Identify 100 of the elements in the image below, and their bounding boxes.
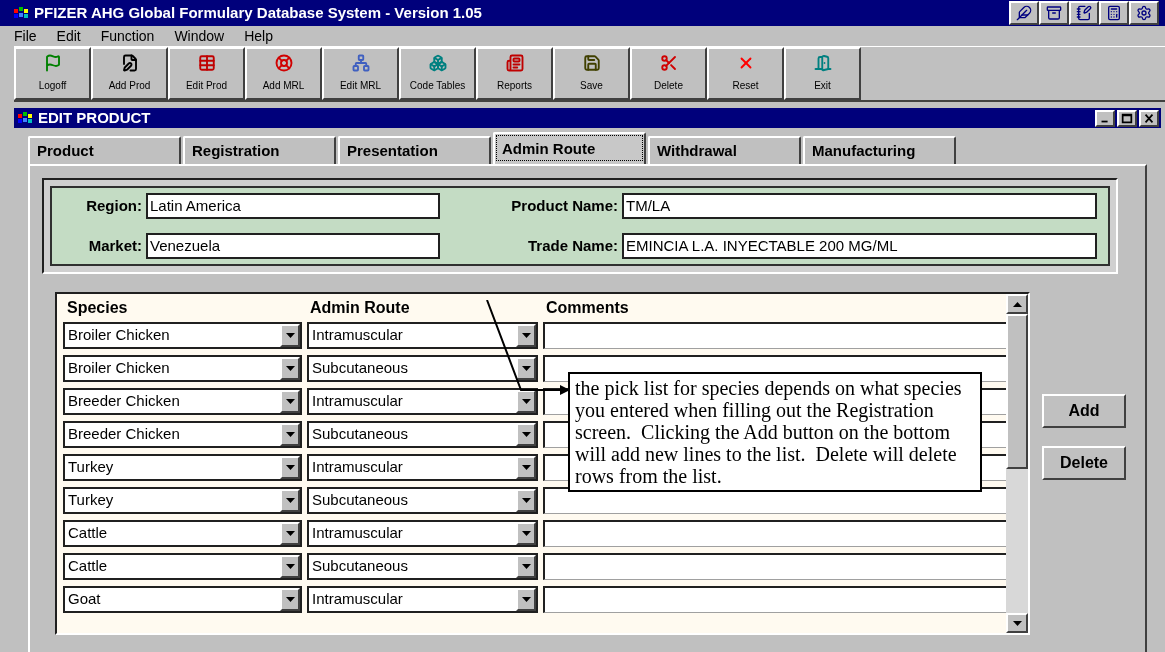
vertical-scrollbar[interactable] [1006, 294, 1028, 633]
scroll-down-icon[interactable] [1006, 613, 1028, 633]
comment-field[interactable] [543, 322, 1006, 349]
toolbar-button[interactable]: Add Prod [91, 47, 168, 100]
dropdown-value: Intramuscular [311, 523, 404, 543]
tab[interactable]: Registration [183, 136, 336, 164]
child-window-title: EDIT PRODUCT [38, 107, 151, 128]
dropdown[interactable]: Intramuscular [307, 586, 538, 613]
maximize-icon[interactable] [1117, 109, 1137, 127]
comment-field[interactable] [543, 586, 1006, 613]
toolbar-button[interactable]: Delete [630, 47, 707, 100]
dropdown[interactable]: Turkey [63, 487, 302, 514]
dropdown[interactable]: Breeder Chicken [63, 421, 302, 448]
dropdown-value: Cattle [67, 523, 109, 543]
callout-tooltip: the pick list for species depends on what species you entered when filling out the Registration screen. Clicking the Add button on the bottom will add new lines to the list. Delete will delete rows from the list. [568, 372, 982, 492]
dropdown-value: Goat [67, 589, 102, 609]
field-label: Trade Name: [526, 235, 618, 256]
tab[interactable]: Manufacturing [803, 136, 956, 164]
dropdown-value: Turkey [67, 490, 115, 510]
dropdown-value: Breeder Chicken [67, 391, 181, 411]
text-field[interactable]: TM/LA [622, 193, 1097, 219]
dropdown[interactable]: Subcutaneous [307, 487, 538, 514]
dropdown-value: Intramuscular [311, 391, 404, 411]
app-icon [14, 7, 30, 19]
dropdown-value: Intramuscular [311, 457, 404, 477]
dropdown-value: Subcutaneous [311, 424, 409, 444]
scissors-icon [659, 54, 678, 72]
scroll-up-icon[interactable] [1006, 294, 1028, 314]
dropdown-value: Broiler Chicken [67, 325, 171, 345]
toolbar-button[interactable]: Reset [707, 47, 784, 100]
close-icon[interactable] [1139, 109, 1159, 127]
dropdown-value: Subcutaneous [311, 490, 409, 510]
toolbar-button[interactable]: Add MRL [245, 47, 322, 100]
toolbar-button[interactable]: Edit MRL [322, 47, 399, 100]
dropdown-value: Breeder Chicken [67, 424, 181, 444]
action-button[interactable]: Add [1042, 394, 1126, 428]
dropdown[interactable]: Breeder Chicken [63, 388, 302, 415]
toolbar-button[interactable]: Edit Prod [168, 47, 245, 100]
feather-icon[interactable] [1009, 1, 1039, 25]
report-icon [505, 54, 524, 72]
flag-icon [43, 54, 62, 72]
dropdown[interactable]: Intramuscular [307, 520, 538, 547]
menu-item[interactable]: Function [100, 25, 155, 47]
tab[interactable]: Product [28, 136, 181, 164]
toolbar-button[interactable]: Logoff [14, 47, 91, 100]
dropdown[interactable]: Intramuscular [307, 322, 538, 349]
text-field[interactable]: EMINCIA L.A. INYECTABLE 200 MG/ML [622, 233, 1097, 259]
grid-icon [197, 54, 216, 72]
dropdown[interactable]: Subcutaneous [307, 421, 538, 448]
gear-icon[interactable] [1129, 1, 1159, 25]
toolbar-button[interactable]: Code Tables [399, 47, 476, 100]
toolbar-button[interactable]: Exit [784, 47, 861, 100]
dropdown[interactable]: Goat [63, 586, 302, 613]
toolbar-button[interactable]: Reports [476, 47, 553, 100]
dropdown[interactable]: Broiler Chicken [63, 355, 302, 382]
cabinet-icon[interactable] [1039, 1, 1069, 25]
door-icon [813, 54, 832, 72]
window-icon [18, 112, 34, 124]
window-title: PFIZER AHG Global Formulary Database System - Version 1.05 [34, 2, 482, 23]
dropdown-value: Subcutaneous [311, 556, 409, 576]
column-header: Admin Route [309, 298, 411, 318]
lifebuoy-icon [274, 54, 293, 72]
menu-item[interactable]: File [14, 25, 37, 47]
dropdown[interactable]: Cattle [63, 553, 302, 580]
menu-item[interactable]: Edit [56, 25, 81, 47]
field-label: Product Name: [510, 195, 618, 216]
dropdown[interactable]: Intramuscular [307, 454, 538, 481]
dropdown-value: Intramuscular [311, 325, 404, 345]
text-field[interactable]: Venezuela [146, 233, 440, 259]
menu-item[interactable]: Help [244, 25, 273, 47]
dropdown[interactable]: Intramuscular [307, 388, 538, 415]
calculator-icon[interactable] [1099, 1, 1129, 25]
dropdown-value: Cattle [67, 556, 109, 576]
dropdown[interactable]: Subcutaneous [307, 553, 538, 580]
field-label: Market: [87, 235, 142, 256]
boxes-icon [428, 54, 447, 72]
action-button[interactable]: Delete [1042, 446, 1126, 480]
save-icon [582, 54, 601, 72]
dropdown-value: Intramuscular [311, 589, 404, 609]
dropdown-value: Broiler Chicken [67, 358, 171, 378]
tab[interactable]: Admin Route [493, 132, 646, 164]
minimize-icon[interactable] [1095, 109, 1115, 127]
notepad-icon[interactable] [1069, 1, 1099, 25]
dropdown-value: Turkey [67, 457, 115, 477]
dropdown[interactable]: Cattle [63, 520, 302, 547]
dropdown[interactable]: Turkey [63, 454, 302, 481]
text-field[interactable]: Latin America [146, 193, 440, 219]
network-icon [351, 54, 370, 72]
dropdown[interactable]: Subcutaneous [307, 355, 538, 382]
field-label: Region: [85, 195, 142, 216]
tab[interactable]: Withdrawal [648, 136, 801, 164]
scroll-thumb[interactable] [1006, 314, 1028, 469]
toolbar-button[interactable]: Save [553, 47, 630, 100]
menu-item[interactable]: Window [174, 25, 225, 47]
column-header: Species [66, 298, 129, 318]
comment-field[interactable] [543, 553, 1006, 580]
comment-field[interactable] [543, 520, 1006, 547]
tab[interactable]: Presentation [338, 136, 491, 164]
document-pen-icon [120, 54, 139, 72]
dropdown[interactable]: Broiler Chicken [63, 322, 302, 349]
